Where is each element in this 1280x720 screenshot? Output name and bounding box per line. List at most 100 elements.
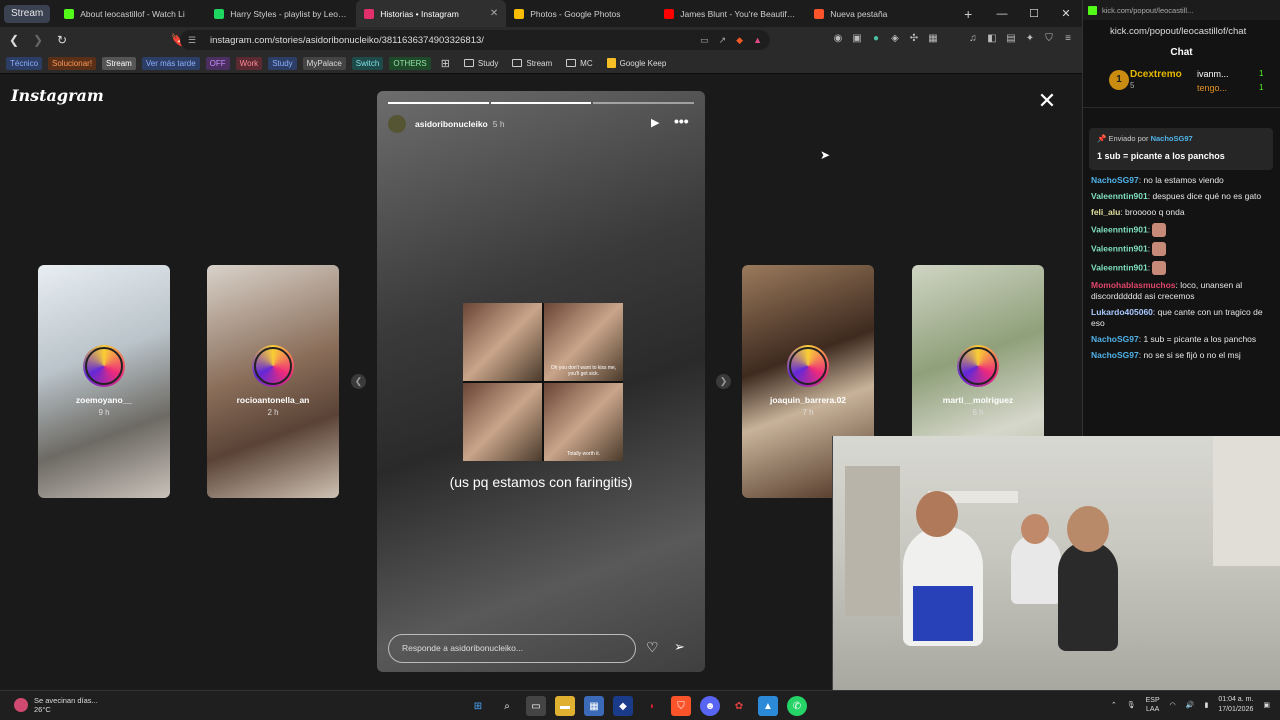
tray-overflow-icon[interactable]: ⌃ (1111, 701, 1117, 709)
task-view-icon[interactable]: ▭ (526, 696, 546, 716)
reload-icon[interactable]: ↻ (52, 33, 72, 47)
minimize-icon[interactable]: — (986, 8, 1018, 20)
site-info-icon[interactable]: ☰ (188, 35, 200, 46)
chat-username[interactable]: Momohablasmuchos (1091, 280, 1176, 290)
extension-icon-3[interactable]: ● (870, 33, 882, 44)
avatar[interactable] (388, 115, 406, 133)
bookmark-chip[interactable]: Técnico (6, 56, 43, 70)
microphone-icon[interactable]: 🎙 (1127, 701, 1136, 709)
notification-icon[interactable]: ▣ (1263, 701, 1270, 709)
bookmark-chip[interactable]: OTHERS (389, 56, 431, 70)
app-icon-red[interactable]: ◗ (642, 696, 662, 716)
puzzle-icon[interactable]: ✣ (908, 33, 920, 44)
story-preview-left-2[interactable]: rocioantonella_an 2 h (207, 265, 339, 498)
more-options-icon[interactable]: ••• (674, 113, 689, 129)
whatsapp-icon[interactable]: ✆ (787, 696, 807, 716)
extension-icon-4[interactable]: ◈ (889, 33, 901, 44)
chat-message[interactable]: Valeenntin901: (1091, 223, 1273, 237)
bookmark-chip[interactable]: Study (268, 56, 297, 70)
chat-username[interactable]: Valeenntin901 (1091, 262, 1148, 272)
chat-username[interactable]: NachoSG97 (1091, 175, 1139, 185)
bookmark-chip[interactable]: Solucionar! (48, 56, 97, 70)
leo-ai-icon[interactable]: ✦ (1024, 33, 1036, 44)
maximize-icon[interactable]: ☐ (1018, 7, 1050, 20)
new-tab-button[interactable]: + (956, 6, 980, 22)
photos-icon[interactable]: ▲ (758, 696, 778, 716)
wallet-icon[interactable]: ▤ (1005, 33, 1017, 44)
share-icon[interactable]: ↗ (719, 35, 727, 46)
app-icon[interactable]: ◆ (613, 696, 633, 716)
app-icon-2[interactable]: ✿ (729, 696, 749, 716)
browser-tab[interactable]: Historias • Instagram ✕ (356, 0, 507, 27)
browser-tab[interactable]: About leocastillof - Watch Li (56, 0, 206, 27)
chat-username[interactable]: NachoSG97 (1091, 350, 1139, 360)
next-story-icon[interactable]: ❯ (716, 374, 731, 389)
close-window-icon[interactable]: ✕ (1050, 7, 1082, 20)
reply-input[interactable]: Responde a asidoribonucleiko... (388, 634, 636, 663)
back-icon[interactable]: ❮ (4, 33, 24, 47)
brave-icon[interactable]: ⛉ (671, 696, 691, 716)
send-icon[interactable]: ➢ (674, 639, 685, 655)
menu-icon[interactable]: ≡ (1062, 33, 1074, 44)
chat-message[interactable]: NachoSG97: no la estamos viendo (1091, 175, 1273, 186)
chat-message[interactable]: Valeenntin901: (1091, 242, 1273, 256)
chat-message[interactable]: Momohablasmuchos: loco, unansen al disco… (1091, 280, 1273, 302)
search-icon[interactable]: ⌕ (497, 696, 517, 716)
start-icon[interactable]: ⊞ (468, 696, 488, 716)
chat-username[interactable]: NachoSG97 (1091, 334, 1139, 344)
bookmark-chip[interactable]: Switch (351, 56, 384, 70)
brave-shield-icon[interactable]: ◆ (736, 35, 743, 46)
bookmark-folder[interactable]: Google Keep (603, 58, 671, 68)
extension-icon-5[interactable]: ▦ (927, 33, 939, 44)
bookmark-folder[interactable]: MC (562, 59, 596, 68)
chat-message[interactable]: NachoSG97: 1 sub = picante a los panchos (1091, 334, 1273, 345)
close-tab-icon[interactable]: ✕ (490, 8, 498, 19)
instagram-logo[interactable]: Instagram (11, 86, 104, 105)
chat-username[interactable]: Valeenntin901 (1091, 243, 1148, 253)
address-bar[interactable]: ☰ instagram.com/stories/asidoribonucleik… (180, 30, 770, 50)
chat-username[interactable]: Valeenntin901 (1091, 224, 1148, 234)
language-indicator[interactable]: ESP LAA (1146, 696, 1160, 714)
file-explorer-icon[interactable]: ▬ (555, 696, 575, 716)
wifi-icon[interactable]: ◠ (1170, 701, 1176, 709)
pinned-by-user[interactable]: NachoSG97 (1151, 134, 1193, 143)
battery-icon[interactable]: ▮ (1204, 701, 1208, 709)
vpn-icon[interactable]: ⛉ (1043, 33, 1055, 44)
previous-story-icon[interactable]: ❮ (351, 374, 366, 389)
pinned-message[interactable]: 📌 Enviado por NachoSG97 1 sub = picante … (1089, 128, 1273, 170)
chat-message[interactable]: Lukardo405060: que cante con un tragico … (1091, 307, 1273, 329)
bookmark-chip[interactable]: Work (235, 56, 263, 70)
sidebar-icon[interactable]: ◧ (986, 33, 998, 44)
top-user-2[interactable]: ivanm... (1197, 69, 1229, 79)
top-user-1[interactable]: Dcextremo (1130, 69, 1182, 80)
bookmark-folder[interactable]: Stream (508, 59, 556, 68)
story-preview-left-1[interactable]: zoemoyano__ 9 h (38, 265, 170, 498)
close-stories-icon[interactable]: ✕ (1037, 90, 1057, 112)
browser-tab[interactable]: Nueva pestaña (806, 0, 956, 27)
bookmark-folder[interactable]: Study (460, 59, 502, 68)
volume-icon[interactable]: 🔊 (1186, 701, 1195, 709)
chat-username[interactable]: feli_alu (1091, 207, 1120, 217)
top-user-3[interactable]: tengo... (1197, 83, 1227, 93)
clock[interactable]: 01:04 a. m. 17/01/2026 (1218, 695, 1253, 715)
browser-tab[interactable]: Photos - Google Photos (506, 0, 656, 27)
chat-message[interactable]: Valeenntin901: (1091, 261, 1273, 275)
weather-widget[interactable]: Se avecinan días... 26°C (14, 696, 98, 714)
bookmark-chip[interactable]: OFF (205, 56, 230, 70)
extension-icon-1[interactable]: ◉ (832, 33, 844, 44)
extension-icon-2[interactable]: ▣ (851, 33, 863, 44)
tab-group-stream[interactable]: Stream (4, 4, 51, 23)
chat-message[interactable]: Valeenntin901: despues dice qué no es ga… (1091, 191, 1273, 202)
chat-message[interactable]: NachoSG97: no se si se fijó o no el msj (1091, 350, 1273, 361)
play-icon[interactable]: ▶ (651, 116, 659, 129)
discord-icon[interactable]: ☻ (700, 696, 720, 716)
chat-message[interactable]: feli_alu: brooooo q onda (1091, 207, 1273, 218)
tab-groups-icon[interactable]: ⊞ (441, 57, 450, 70)
current-story[interactable]: asidoribonucleiko 5 h ▶ ••• Oh you don't… (377, 91, 705, 672)
store-icon[interactable]: ▦ (584, 696, 604, 716)
bookmark-chip[interactable]: MyPalace (302, 56, 346, 70)
story-username[interactable]: asidoribonucleiko (415, 119, 488, 129)
brave-rewards-icon[interactable]: ▲ (753, 35, 762, 46)
heart-icon[interactable]: ♡ (646, 639, 659, 656)
bookmark-chip[interactable]: Stream (102, 56, 136, 70)
